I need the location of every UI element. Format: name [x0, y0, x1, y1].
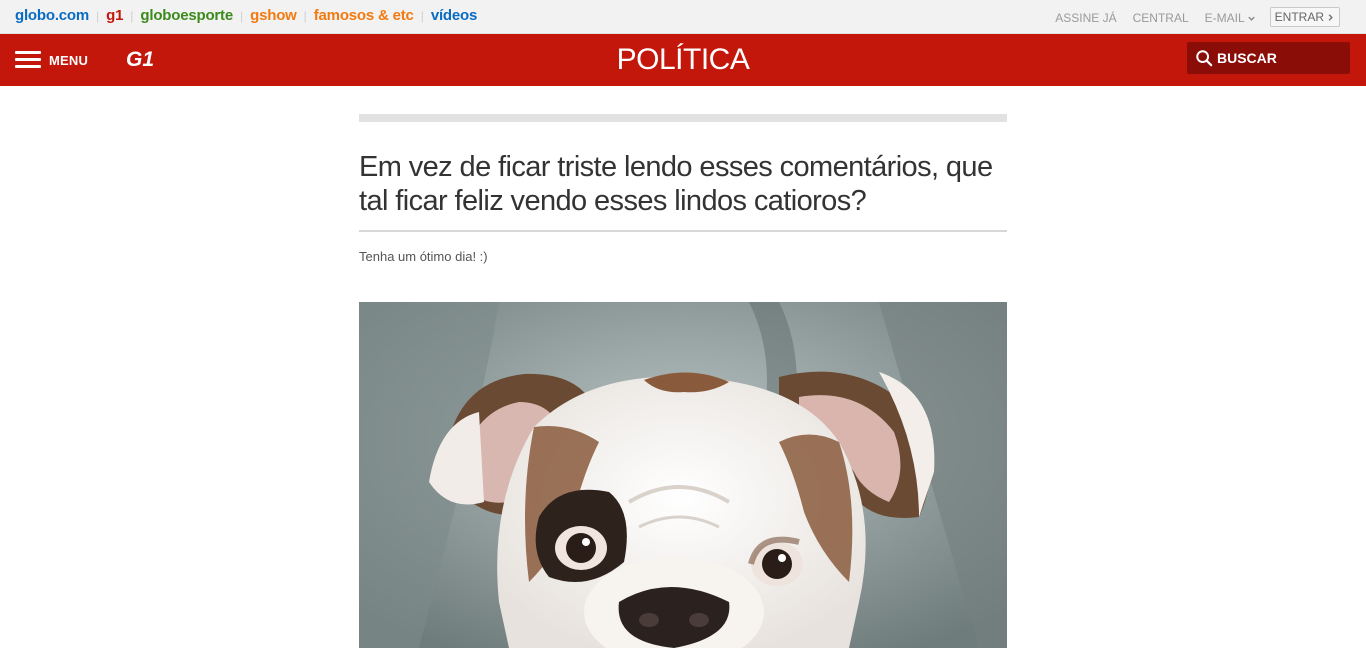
chevron-right-icon	[1328, 13, 1333, 21]
brand-link-globoesporte[interactable]: globoesporte	[140, 7, 233, 24]
bulldog-illustration	[359, 302, 1007, 648]
login-label: ENTRAR	[1274, 10, 1324, 24]
brand-link-famosos[interactable]: famosos & etc	[314, 7, 414, 24]
central-link[interactable]: CENTRAL	[1133, 11, 1189, 25]
separator: |	[130, 8, 134, 23]
login-button[interactable]: ENTRAR	[1269, 7, 1340, 27]
bulldog-puppy-photo	[359, 302, 1007, 648]
headline-divider	[359, 230, 1007, 232]
article-headline: Em vez de ficar triste lendo esses comen…	[359, 151, 993, 217]
search-icon	[1196, 50, 1213, 67]
brand-link-gshow[interactable]: gshow	[250, 7, 297, 24]
separator: |	[420, 8, 424, 23]
section-title[interactable]: POLÍTICA	[0, 43, 1366, 77]
brand-link-globo[interactable]: globo.com	[15, 7, 89, 24]
ad-placeholder-bar	[359, 114, 1007, 122]
brand-links: globo.com | g1 | globoesporte | gshow | …	[15, 7, 477, 24]
account-links: ASSINE JÁ CENTRAL E-MAIL ENTRAR	[1039, 7, 1340, 28]
separator: |	[96, 8, 100, 23]
brand-link-g1[interactable]: g1	[106, 7, 123, 24]
separator: |	[303, 8, 307, 23]
globo-topbar: globo.com | g1 | globoesporte | gshow | …	[0, 0, 1366, 34]
subscribe-link[interactable]: ASSINE JÁ	[1055, 11, 1116, 25]
brand-link-videos[interactable]: vídeos	[431, 7, 478, 24]
search-label: BUSCAR	[1217, 50, 1277, 66]
separator: |	[240, 8, 244, 23]
chevron-down-icon	[1247, 16, 1255, 21]
email-dropdown[interactable]: E-MAIL	[1205, 11, 1256, 25]
article-subtitle: Tenha um ótimo dia! :)	[359, 249, 488, 264]
g1-header: MENU G1 POLÍTICA BUSCAR	[0, 34, 1366, 86]
search-button[interactable]: BUSCAR	[1187, 42, 1350, 74]
email-label: E-MAIL	[1204, 11, 1245, 25]
